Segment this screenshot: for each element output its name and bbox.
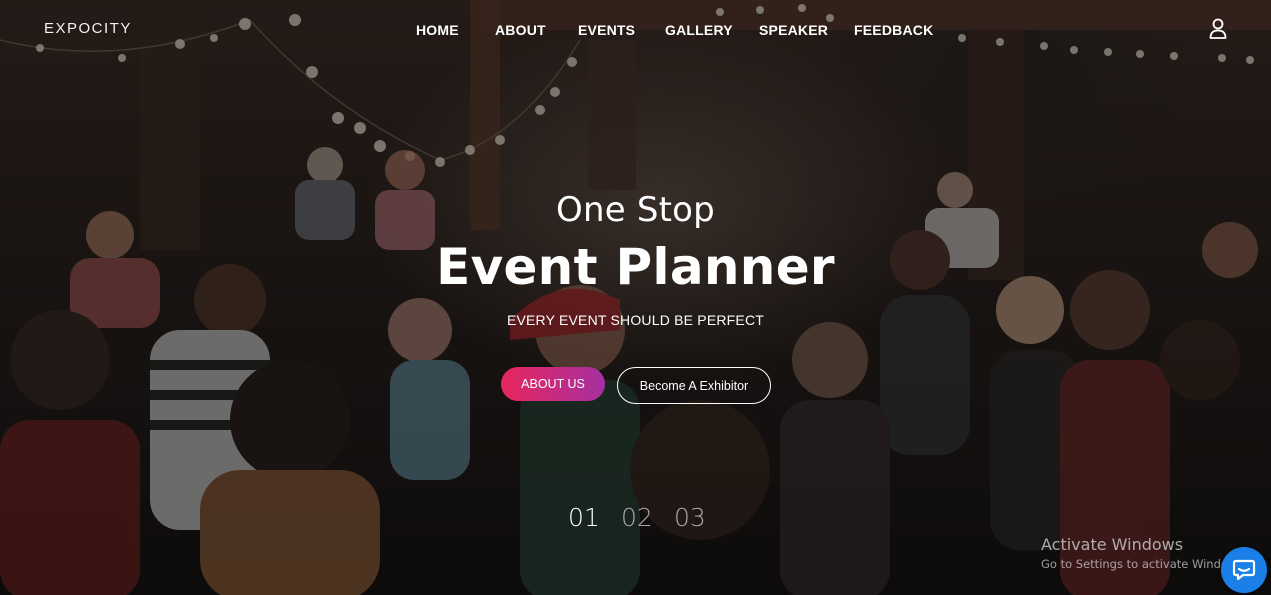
- main-navigation: HOME ABOUT EVENTS GALLERY SPEAKER FEEDBA…: [0, 22, 1271, 42]
- become-exhibitor-button[interactable]: Become A Exhibitor: [617, 367, 771, 404]
- slide-indicator-1[interactable]: 01: [568, 503, 600, 532]
- about-us-button[interactable]: ABOUT US: [501, 367, 605, 401]
- nav-item-about[interactable]: ABOUT: [495, 22, 546, 38]
- windows-activation-title: Activate Windows: [1041, 535, 1184, 554]
- nav-item-feedback[interactable]: FEEDBACK: [854, 22, 933, 38]
- user-icon: [1209, 18, 1227, 39]
- slide-pager: 01 02 03: [0, 503, 1271, 533]
- slide-indicator-2[interactable]: 02: [621, 503, 653, 532]
- nav-item-home[interactable]: HOME: [416, 22, 459, 38]
- nav-item-gallery[interactable]: GALLERY: [665, 22, 733, 38]
- slide-indicator-3[interactable]: 03: [674, 503, 706, 532]
- windows-activation-subtitle: Go to Settings to activate Windows.: [1041, 557, 1247, 571]
- hero-subtitle: EVERY EVENT SHOULD BE PERFECT: [506, 312, 765, 328]
- user-account-button[interactable]: [1208, 18, 1228, 40]
- hero-kicker: One Stop: [556, 190, 715, 230]
- chat-widget-button[interactable]: [1221, 547, 1267, 593]
- chat-bubble-icon: [1232, 559, 1256, 581]
- hero-title: Event Planner: [436, 238, 835, 296]
- nav-item-speaker[interactable]: SPEAKER: [759, 22, 828, 38]
- nav-item-events[interactable]: EVENTS: [578, 22, 635, 38]
